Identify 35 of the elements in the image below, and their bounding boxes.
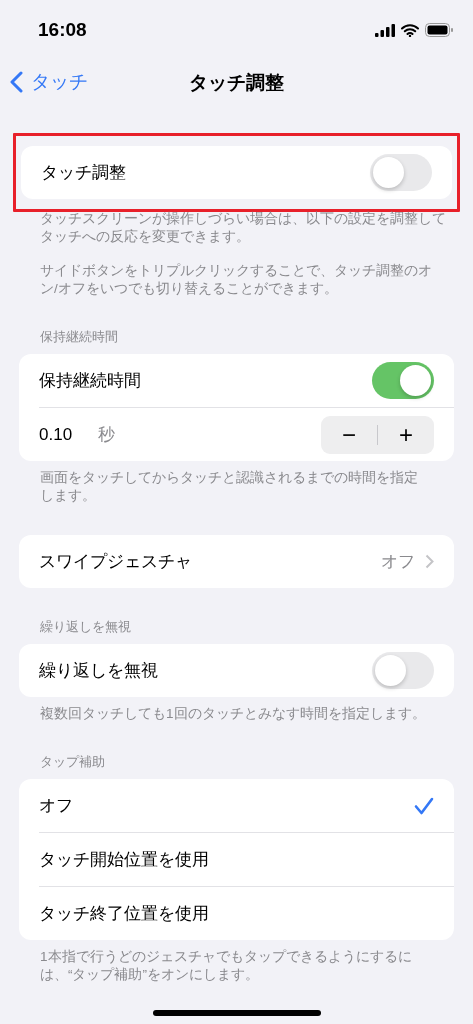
setting-label: 繰り返しを無視 [39,660,159,682]
footer-text: サイドボタンをトリプルクリックすることで、タッチ調整のオ ン/オフをいつでも切り替えることができます。 [40,262,433,298]
option-row[interactable]: タッチ終了位置を使用 [39,886,454,940]
option-row[interactable]: タッチ開始位置を使用 [39,832,454,886]
signal-icon [375,23,395,37]
toggle-switch[interactable] [370,154,432,191]
status-time: 16:08 [38,19,87,41]
setting-label: スワイプジェスチャ [39,551,193,573]
wifi-icon [401,23,419,37]
setting-row[interactable]: スワイプジェスチャ オフ [19,535,454,588]
toggle-switch[interactable] [372,652,434,689]
option-row[interactable]: オフ [19,779,454,832]
footer-text: タッチスクリーンが操作しづらい場合は、以下の設定を調整して タッチへの反応を変更できます。 [40,210,447,246]
back-button[interactable]: タッチ [10,69,88,95]
option-label: オフ [39,795,74,817]
decrement-button[interactable]: − [321,415,377,454]
setting-label: 保持継続時間 [39,370,142,392]
section-header: 繰り返しを無視 [39,618,132,636]
unit-text: 秒 [98,424,117,446]
setting-label: タッチ調整 [41,162,127,184]
option-label: タッチ開始位置を使用 [39,849,210,871]
footer-text: 複数回タッチしても1回のタッチとみなす時間を指定します。 [40,705,427,723]
page-title: タッチ調整 [189,71,284,95]
chevron-icon [425,554,434,569]
battery-icon [425,23,453,37]
option-label: タッチ終了位置を使用 [39,903,210,925]
toggle-switch[interactable] [372,362,434,399]
section-header: タップ補助 [39,753,106,771]
footer-text: 画面をタッチしてからタッチと認識されるまでの時間を指定 します。 [40,469,419,505]
chevron-left-icon [10,71,23,93]
value-text: オフ [381,551,415,573]
value-text: 0.10 [39,424,73,445]
section-header: 保持継続時間 [39,328,119,346]
increment-button[interactable]: + [378,415,434,454]
footer-text: 1本指で行うどのジェスチャでもタップできるようにするに は、“タップ補助”をオンにします。 [40,948,413,984]
